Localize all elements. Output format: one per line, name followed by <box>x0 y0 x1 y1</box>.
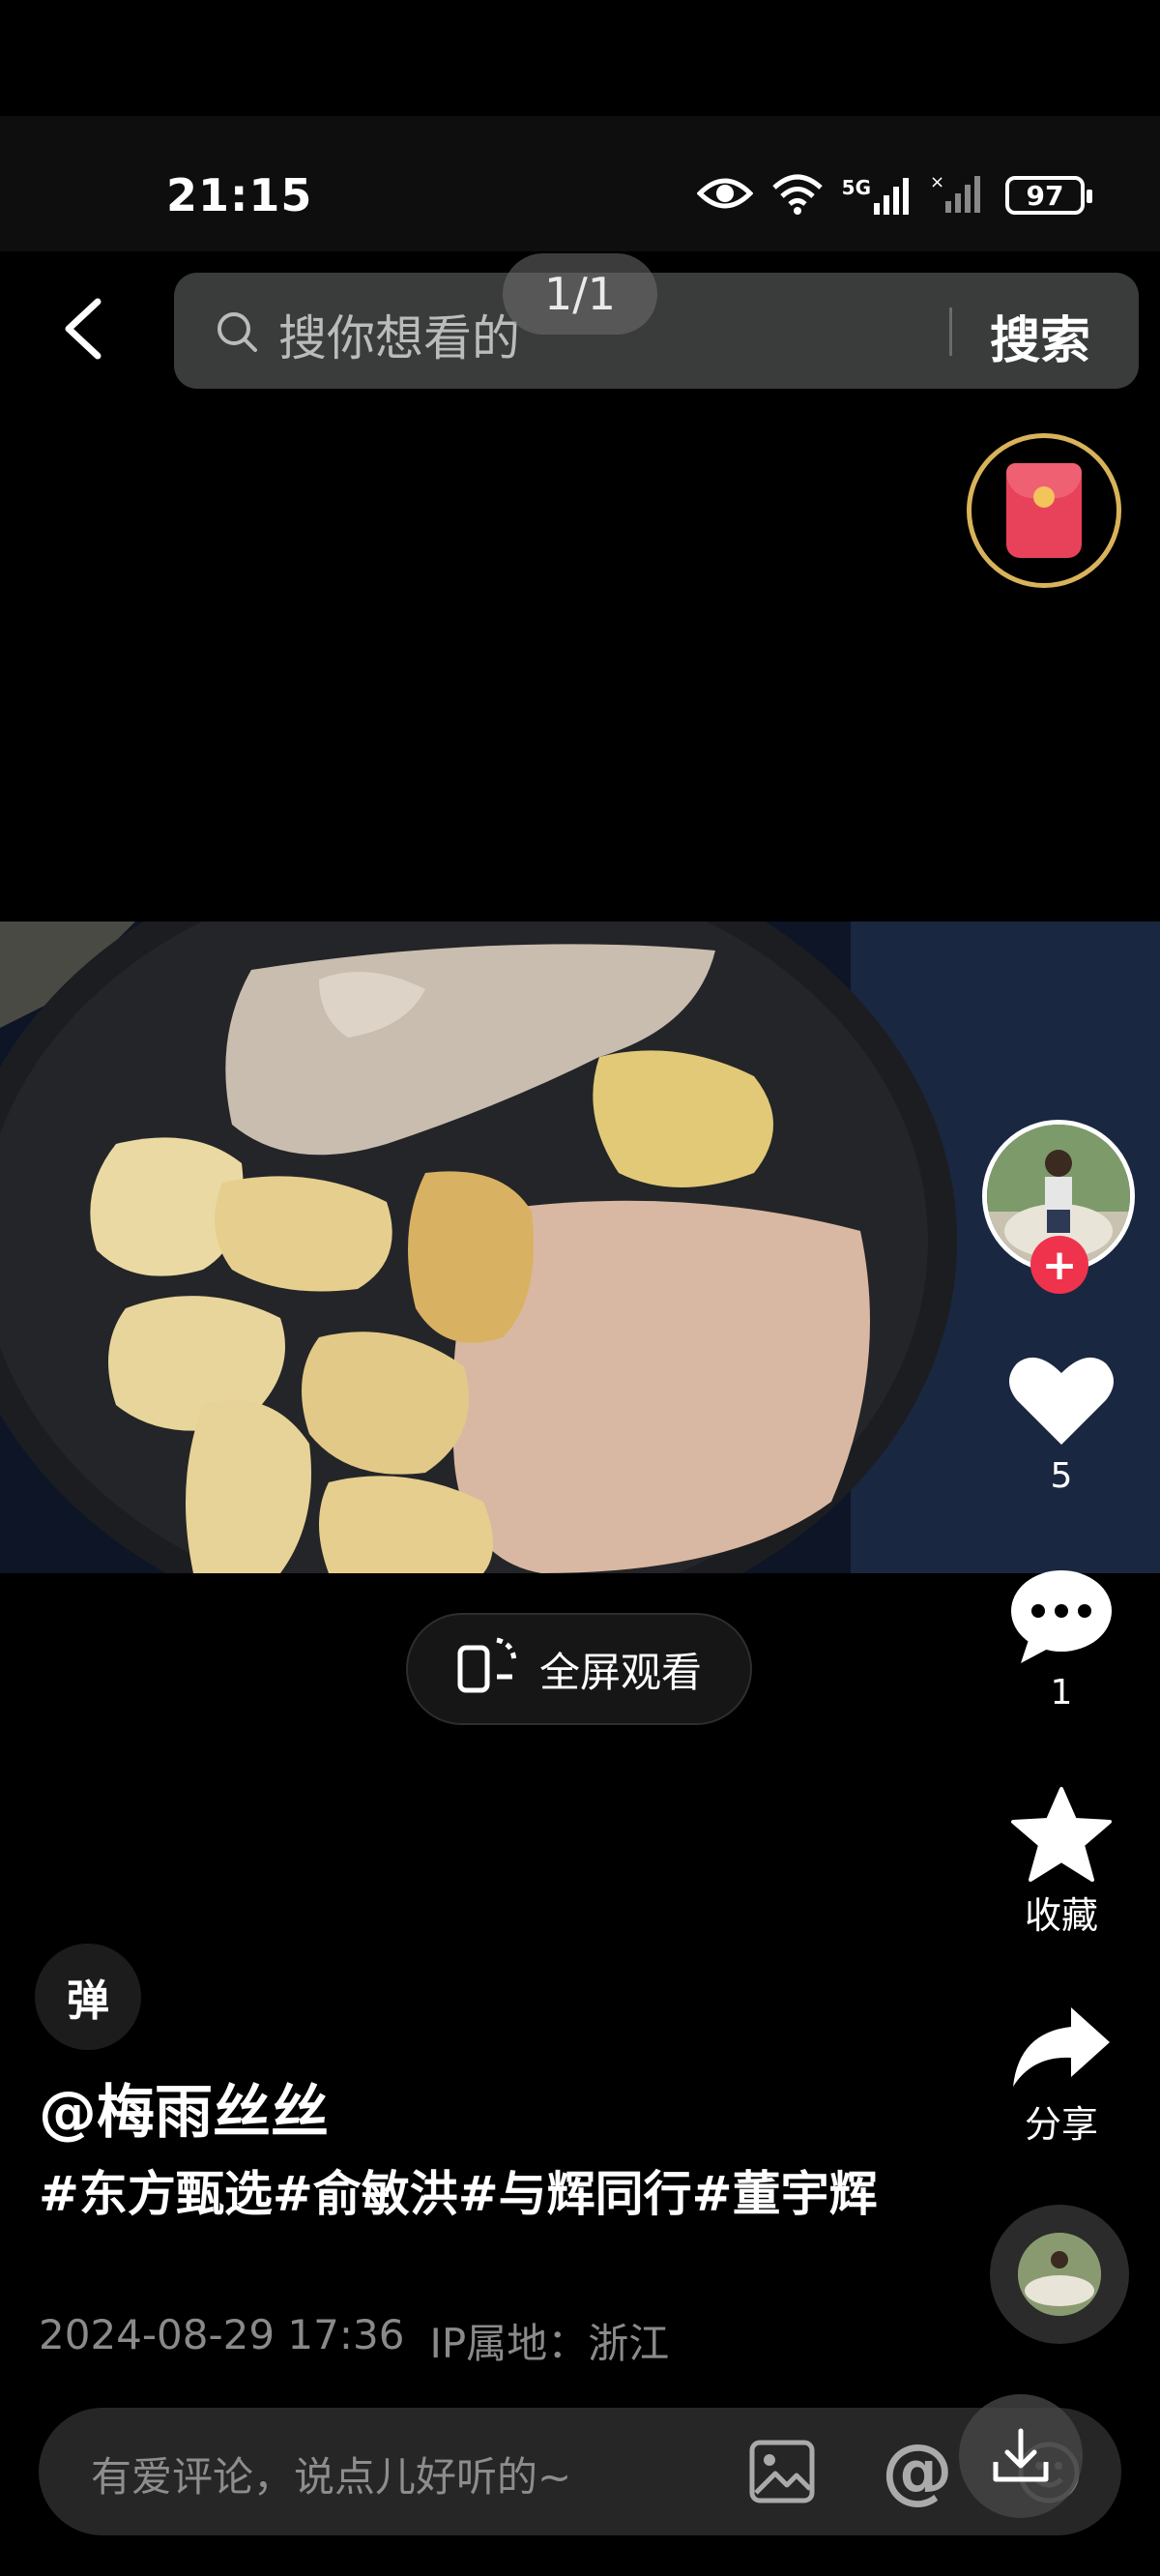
post-caption[interactable]: #东方甄选#俞敏洪#与辉同行#董宇辉 <box>39 2162 889 2226</box>
music-cover-image <box>1018 2233 1101 2316</box>
post-datetime: 2024-08-29 17:36 <box>39 2311 405 2358</box>
back-button[interactable] <box>48 290 116 367</box>
search-divider <box>949 307 952 356</box>
search-icon <box>215 309 261 360</box>
comment-input[interactable]: 有爱评论，说点儿好听的~ <box>91 2444 571 2503</box>
comment-bar: 有爱评论，说点儿好听的~ @ <box>39 2408 1121 2535</box>
search-input[interactable]: 搜你想看的 <box>278 300 520 369</box>
wifi-icon <box>770 172 825 219</box>
share-arrow-icon <box>1013 2007 1110 2087</box>
signal-5g-icon: 5G <box>842 176 913 215</box>
red-envelope-icon <box>1006 463 1082 558</box>
battery-indicator: 97 <box>1005 176 1092 215</box>
download-icon <box>993 2428 1049 2482</box>
heart-icon <box>1009 1357 1114 1445</box>
status-icons: 5G × 97 <box>696 172 1092 219</box>
favorite-label: 收藏 <box>1024 1894 1098 1937</box>
page-indicator: 1/1 <box>503 253 657 335</box>
top-black-band <box>0 0 1160 116</box>
favorite-action[interactable]: 收藏 <box>976 1785 1146 1939</box>
download-button[interactable] <box>959 2394 1083 2518</box>
music-disc-button[interactable] <box>990 2205 1129 2344</box>
like-count: 5 <box>1050 1456 1073 1496</box>
post-meta: 2024-08-29 17:36 IP属地：浙江 <box>39 2311 669 2370</box>
author-name[interactable]: @梅雨丝丝 <box>39 2065 329 2150</box>
image-picker-button[interactable] <box>748 2439 816 2508</box>
status-time: 21:15 <box>166 169 313 221</box>
fullscreen-button[interactable]: 全屏观看 <box>406 1613 752 1725</box>
chevron-left-icon <box>65 298 102 360</box>
like-action[interactable]: 5 <box>976 1352 1146 1496</box>
search-button[interactable]: 搜索 <box>990 300 1090 372</box>
rotate-screen-icon <box>454 1634 522 1704</box>
star-icon <box>1011 1787 1112 1882</box>
eye-icon <box>696 174 754 217</box>
red-packet-button[interactable] <box>967 433 1121 588</box>
follow-button[interactable]: + <box>1030 1236 1088 1294</box>
signal-secondary-icon: × <box>930 172 988 219</box>
mention-button[interactable]: @ <box>882 2429 953 2512</box>
svg-text:×: × <box>930 172 944 192</box>
ip-location: IP属地：浙江 <box>429 2320 670 2367</box>
comment-action[interactable]: 1 <box>976 1568 1146 1712</box>
comment-bubble-icon <box>1011 1570 1112 1663</box>
share-label: 分享 <box>1024 2103 1098 2146</box>
fullscreen-label: 全屏观看 <box>539 1648 703 1696</box>
danmu-toggle-button[interactable]: 弹 <box>35 1944 141 2050</box>
comment-count: 1 <box>1050 1673 1073 1712</box>
share-action[interactable]: 分享 <box>976 2004 1146 2148</box>
image-icon <box>749 2440 815 2503</box>
network-type: 5G <box>841 176 871 199</box>
